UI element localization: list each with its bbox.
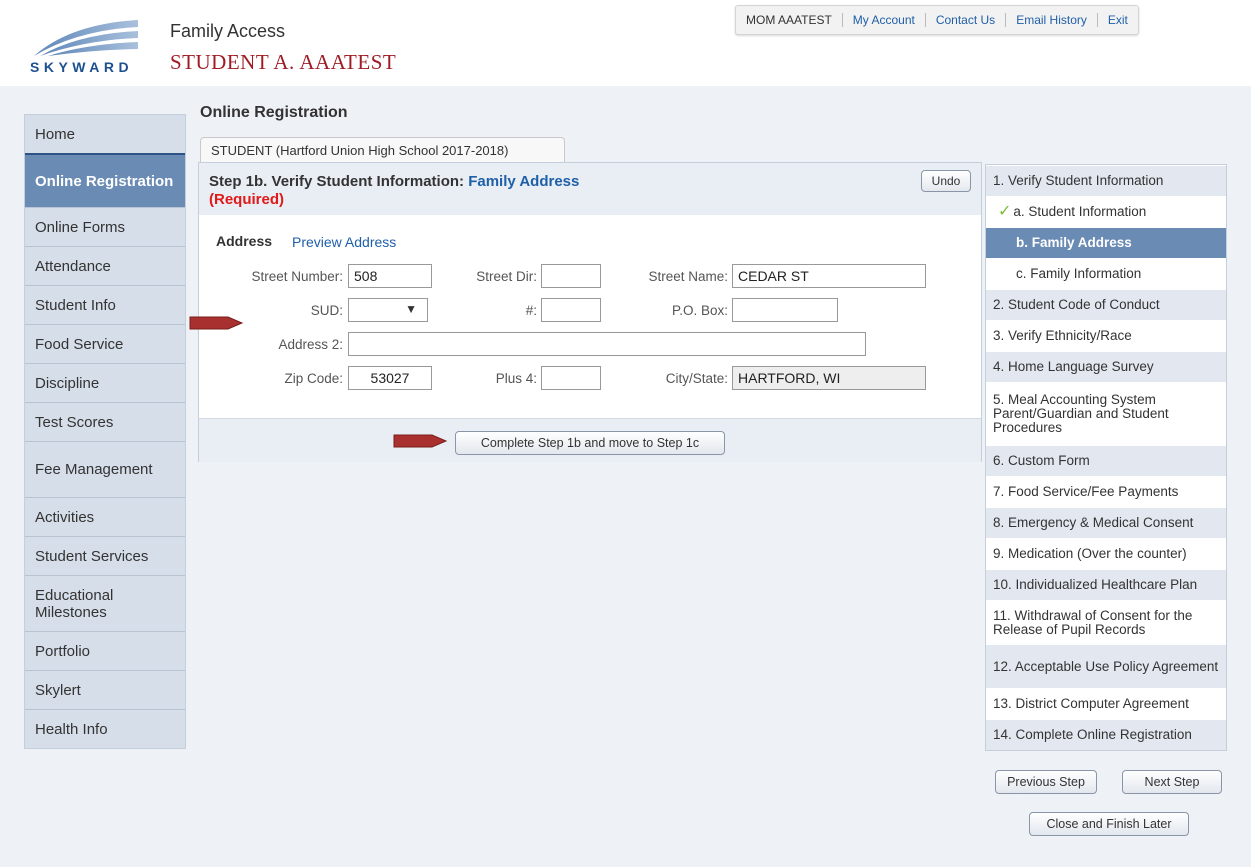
registration-steps: 1. Verify Student Information ✓ a. Stude… — [985, 164, 1227, 751]
step-subtitle: Family Address — [468, 173, 580, 190]
step-item-9[interactable]: 9. Medication (Over the counter) — [986, 538, 1226, 569]
step-item-6[interactable]: 6. Custom Form — [986, 445, 1226, 476]
step-footer: Complete Step 1b and move to Step 1c — [199, 418, 981, 462]
user-name: MOM AAATEST — [746, 13, 832, 27]
close-finish-later-button[interactable]: Close and Finish Later — [1029, 812, 1189, 836]
street-dir-input[interactable] — [541, 264, 601, 288]
po-box-input[interactable] — [732, 298, 838, 322]
plus4-input[interactable] — [541, 366, 601, 390]
step-item-4[interactable]: 4. Home Language Survey — [986, 351, 1226, 382]
street-number-label: Street Number: — [251, 269, 343, 284]
contact-us-link[interactable]: Contact Us — [924, 13, 1005, 27]
step-item-1b[interactable]: b. Family Address — [986, 227, 1226, 258]
sidebar-item-test-scores[interactable]: Test Scores — [25, 402, 185, 441]
step-title-text: Step 1b. Verify Student Information: — [209, 173, 465, 190]
previous-step-button[interactable]: Previous Step — [995, 770, 1097, 794]
unit-number-input[interactable] — [541, 298, 601, 322]
preview-address-link[interactable]: Preview Address — [292, 234, 396, 250]
step-item-8[interactable]: 8. Emergency & Medical Consent — [986, 507, 1226, 538]
step-item-7[interactable]: 7. Food Service/Fee Payments — [986, 476, 1226, 507]
sud-select[interactable]: ▼ — [348, 298, 428, 322]
step-item-1a-label: a. Student Information — [1013, 204, 1147, 219]
sidebar-item-skylert[interactable]: Skylert — [25, 670, 185, 709]
step-header: Step 1b. Verify Student Information: Fam… — [199, 163, 981, 215]
step-item-11[interactable]: 11. Withdrawal of Consent for the Releas… — [986, 600, 1226, 644]
sidebar-item-online-registration[interactable]: Online Registration — [25, 153, 185, 207]
checkmark-icon: ✓ — [998, 203, 1012, 220]
zip-code-input[interactable]: 53027 — [348, 366, 432, 390]
sidebar-item-student-services[interactable]: Student Services — [25, 536, 185, 575]
undo-button[interactable]: Undo — [921, 170, 971, 192]
top-nav: MOM AAATEST My Account Contact Us Email … — [735, 5, 1139, 35]
zip-code-label: Zip Code: — [284, 371, 343, 386]
sidebar-nav: Home Online Registration Online Forms At… — [24, 114, 186, 749]
plus4-label: Plus 4: — [495, 371, 537, 386]
my-account-link[interactable]: My Account — [841, 13, 925, 27]
step-item-1[interactable]: 1. Verify Student Information — [986, 165, 1226, 196]
step-item-14[interactable]: 14. Complete Online Registration — [986, 719, 1226, 750]
sidebar-item-portfolio[interactable]: Portfolio — [25, 631, 185, 670]
address-section-label: Address — [216, 233, 273, 249]
sidebar-item-student-info[interactable]: Student Info — [25, 285, 185, 324]
email-history-link[interactable]: Email History — [1005, 13, 1097, 27]
address2-label: Address 2: — [278, 337, 343, 352]
sidebar-item-discipline[interactable]: Discipline — [25, 363, 185, 402]
step-item-2[interactable]: 2. Student Code of Conduct — [986, 289, 1226, 320]
dropdown-arrow-icon: ▼ — [405, 302, 417, 316]
city-state-input: HARTFORD, WI — [732, 366, 926, 390]
step-item-3[interactable]: 3. Verify Ethnicity/Race — [986, 320, 1226, 351]
annotation-arrow-icon — [189, 316, 244, 330]
student-name: STUDENT A. AAATEST — [170, 50, 397, 74]
sidebar-item-fee-management[interactable]: Fee Management — [25, 441, 185, 497]
skyward-logo: SKYWARD — [30, 20, 138, 74]
street-name-input[interactable]: CEDAR ST — [732, 264, 926, 288]
required-label: (Required) — [209, 191, 284, 208]
street-number-input[interactable]: 508 — [348, 264, 432, 288]
sidebar-item-food-service[interactable]: Food Service — [25, 324, 185, 363]
app-title: Family Access — [170, 21, 286, 41]
page-title: Online Registration — [200, 104, 348, 121]
step-item-1a[interactable]: ✓ a. Student Information — [986, 196, 1226, 227]
tab-student[interactable]: STUDENT (Hartford Union High School 2017… — [200, 137, 565, 162]
city-state-label: City/State: — [665, 371, 728, 386]
sidebar-item-attendance[interactable]: Attendance — [25, 246, 185, 285]
sidebar-item-home[interactable]: Home — [25, 115, 185, 153]
unit-number-label: #: — [525, 303, 537, 318]
street-name-label: Street Name: — [648, 269, 728, 284]
complete-step-button[interactable]: Complete Step 1b and move to Step 1c — [455, 431, 725, 455]
po-box-label: P.O. Box: — [671, 303, 728, 318]
next-step-button[interactable]: Next Step — [1122, 770, 1222, 794]
sidebar-item-activities[interactable]: Activities — [25, 497, 185, 536]
street-dir-label: Street Dir: — [476, 269, 537, 284]
annotation-arrow-icon — [393, 434, 448, 448]
step-panel: Step 1b. Verify Student Information: Fam… — [198, 162, 982, 462]
logo-wordmark: SKYWARD — [30, 59, 133, 74]
sidebar-item-educational-milestones[interactable]: Educational Milestones — [25, 575, 185, 631]
step-item-1c[interactable]: c. Family Information — [986, 258, 1226, 289]
step-title: Step 1b. Verify Student Information: Fam… — [209, 173, 579, 190]
step-item-12[interactable]: 12. Acceptable Use Policy Agreement — [986, 644, 1226, 688]
step-item-13[interactable]: 13. District Computer Agreement — [986, 688, 1226, 719]
sidebar-item-online-forms[interactable]: Online Forms — [25, 207, 185, 246]
step-item-10[interactable]: 10. Individualized Healthcare Plan — [986, 569, 1226, 600]
exit-link[interactable]: Exit — [1096, 13, 1138, 27]
step-item-5[interactable]: 5. Meal Accounting System Parent/Guardia… — [986, 382, 1226, 445]
address2-input[interactable] — [348, 332, 866, 356]
sidebar-item-health-info[interactable]: Health Info — [25, 709, 185, 748]
